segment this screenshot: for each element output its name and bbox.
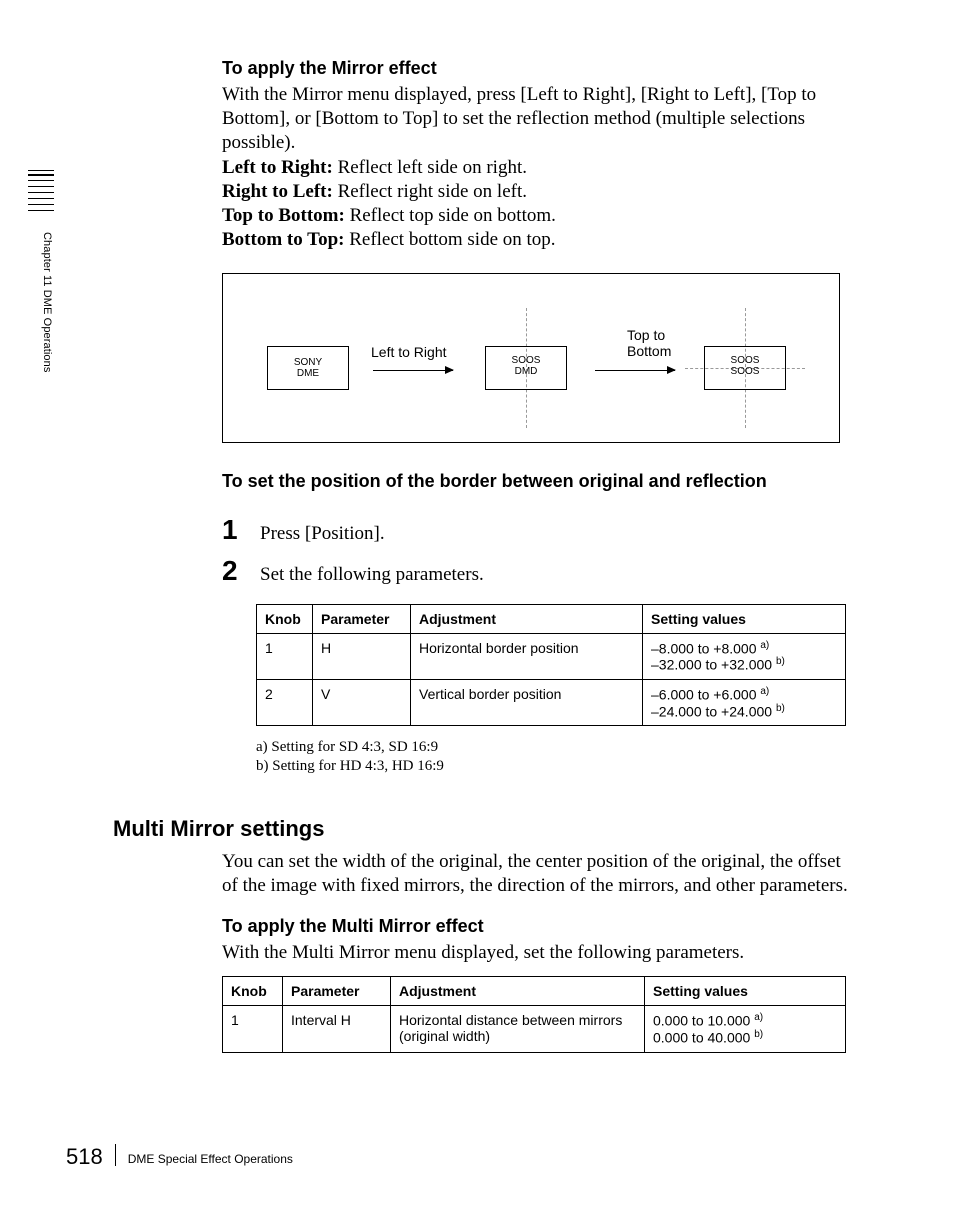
multi-mirror-heading: Multi Mirror settings	[113, 816, 324, 842]
th-knob: Knob	[223, 977, 283, 1006]
td-setting-values: –8.000 to +8.000 a) –32.000 to +32.000 b…	[643, 633, 846, 679]
step-number: 1	[222, 516, 260, 544]
def-bottom-to-top: Bottom to Top: Reflect bottom side on to…	[222, 228, 852, 252]
step-text: Set the following parameters.	[260, 557, 484, 588]
step-number: 2	[222, 557, 260, 585]
border-position-heading: To set the position of the border betwee…	[222, 471, 852, 492]
step-2: 2 Set the following parameters.	[222, 557, 852, 588]
figure-box-original: SONYDME	[267, 346, 349, 390]
td-adjustment: Vertical border position	[411, 679, 643, 725]
th-setting-values: Setting values	[645, 977, 846, 1006]
footer-title: DME Special Effect Operations	[128, 1152, 293, 1166]
table-footnotes: a) Setting for SD 4:3, SD 16:9 b) Settin…	[256, 738, 852, 776]
mirror-figure: SONYDME Left to Right SOOS DMD Top toBot…	[222, 273, 840, 443]
mirror-intro: With the Mirror menu displayed, press [L…	[222, 83, 852, 154]
step-1: 1 Press [Position].	[222, 516, 852, 547]
th-knob: Knob	[257, 604, 313, 633]
th-parameter: Parameter	[283, 977, 391, 1006]
th-parameter: Parameter	[313, 604, 411, 633]
page-number: 518	[66, 1144, 103, 1170]
table-row: 1 Interval H Horizontal distance between…	[223, 1006, 846, 1052]
td-knob: 1	[223, 1006, 283, 1052]
border-position-table: Knob Parameter Adjustment Setting values…	[256, 604, 846, 727]
footnote-a: a) Setting for SD 4:3, SD 16:9	[256, 738, 852, 757]
arrow-icon	[373, 370, 453, 371]
td-adjustment: Horizontal distance between mirrors (ori…	[391, 1006, 645, 1052]
multi-mirror-table: Knob Parameter Adjustment Setting values…	[222, 976, 846, 1052]
table-row: 1 H Horizontal border position –8.000 to…	[257, 633, 846, 679]
td-parameter: H	[313, 633, 411, 679]
td-knob: 1	[257, 633, 313, 679]
multi-mirror-intro: You can set the width of the original, t…	[222, 850, 852, 898]
th-adjustment: Adjustment	[411, 604, 643, 633]
figure-label-left-to-right: Left to Right	[371, 344, 447, 360]
table-row: 2 V Vertical border position –6.000 to +…	[257, 679, 846, 725]
th-adjustment: Adjustment	[391, 977, 645, 1006]
figure-label-top-to-bottom: Top toBottom	[627, 328, 671, 359]
footer-divider	[115, 1144, 116, 1166]
td-knob: 2	[257, 679, 313, 725]
multi-mirror-sub-heading: To apply the Multi Mirror effect	[222, 916, 852, 937]
step-text: Press [Position].	[260, 516, 385, 547]
figure-box-tb-mirror: SOOSSOOS	[704, 346, 786, 390]
footnote-b: b) Setting for HD 4:3, HD 16:9	[256, 757, 852, 776]
table-header-row: Knob Parameter Adjustment Setting values	[223, 977, 846, 1006]
td-setting-values: 0.000 to 10.000 a) 0.000 to 40.000 b)	[645, 1006, 846, 1052]
binder-graphic	[28, 170, 54, 216]
table-header-row: Knob Parameter Adjustment Setting values	[257, 604, 846, 633]
td-parameter: V	[313, 679, 411, 725]
def-left-to-right: Left to Right: Reflect left side on righ…	[222, 156, 852, 180]
td-parameter: Interval H	[283, 1006, 391, 1052]
arrow-icon	[595, 370, 675, 371]
td-adjustment: Horizontal border position	[411, 633, 643, 679]
page-footer: 518 DME Special Effect Operations	[66, 1142, 293, 1170]
chapter-side-label: Chapter 11 DME Operations	[41, 232, 53, 372]
mirror-heading: To apply the Mirror effect	[222, 58, 852, 79]
td-setting-values: –6.000 to +6.000 a) –24.000 to +24.000 b…	[643, 679, 846, 725]
def-right-to-left: Right to Left: Reflect right side on lef…	[222, 180, 852, 204]
def-top-to-bottom: Top to Bottom: Reflect top side on botto…	[222, 204, 852, 228]
multi-mirror-sub-intro: With the Multi Mirror menu displayed, se…	[222, 941, 852, 965]
figure-box-lr-mirror: SOOS DMD	[485, 346, 567, 390]
th-setting-values: Setting values	[643, 604, 846, 633]
